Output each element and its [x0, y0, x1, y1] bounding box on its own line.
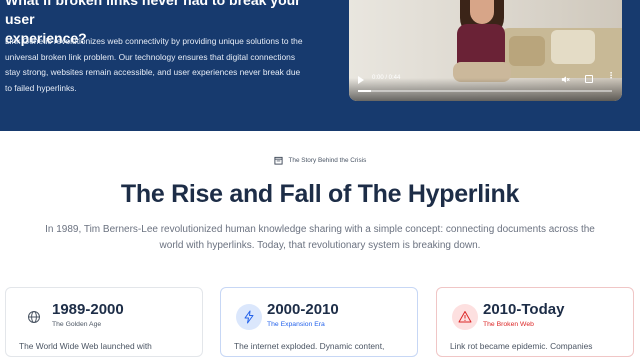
hero-title-line-1: What if broken links never had to break … — [5, 0, 301, 27]
section-eyebrow: The Story Behind the Crisis — [0, 156, 640, 165]
mute-icon[interactable] — [561, 75, 570, 84]
card-period: 1989-2000 — [52, 301, 124, 318]
video-time: 0:00 / 0:44 — [372, 75, 401, 81]
video-frame-person-face — [470, 0, 494, 24]
video-frame-pillow — [551, 30, 595, 64]
card-era: The Expansion Era — [267, 321, 325, 328]
warning-icon — [458, 311, 472, 323]
globe-icon — [28, 311, 40, 323]
card-period: 2010-Today — [483, 301, 565, 318]
video-progress-bar[interactable] — [358, 90, 612, 92]
video-controls: 0:00 / 0:44 ⋮ — [349, 71, 622, 92]
hero-description: Link Genetic revolutionizes web connecti… — [5, 36, 303, 93]
fullscreen-icon[interactable] — [585, 75, 593, 83]
section-subtitle-line-2: world with hyperlinks. Today, that revol… — [159, 240, 481, 251]
video-player[interactable]: 0:00 / 0:44 ⋮ — [349, 0, 622, 101]
timeline-card-expansion-era: 2000-2010 The Expansion Era The internet… — [220, 287, 418, 357]
card-icon-container — [21, 304, 47, 330]
timeline-card-broken-web: 2010-Today The Broken Web Link rot becam… — [436, 287, 634, 357]
card-icon-container — [452, 304, 478, 330]
card-era: The Broken Web — [483, 321, 534, 328]
more-options-icon[interactable]: ⋮ — [607, 72, 615, 80]
video-progress-fill — [358, 90, 371, 92]
section-headline: The Rise and Fall of The Hyperlink — [120, 180, 520, 208]
calendar-icon — [274, 156, 283, 165]
card-icon-container — [236, 304, 262, 330]
video-frame-pillow — [509, 36, 545, 66]
card-period: 2000-2010 — [267, 301, 339, 318]
timeline-card-golden-age: 1989-2000 The Golden Age The World Wide … — [5, 287, 203, 357]
section-subtitle-line-1: In 1989, Tim Berners-Lee revolutionized … — [45, 224, 595, 235]
card-era: The Golden Age — [52, 321, 102, 328]
section-subtitle: In 1989, Tim Berners-Lee revolutionized … — [0, 222, 640, 254]
hero-section: What if broken links never had to break … — [0, 0, 640, 131]
play-icon[interactable] — [358, 76, 364, 84]
section-eyebrow-label: The Story Behind the Crisis — [288, 157, 367, 164]
lightning-icon — [244, 310, 254, 324]
